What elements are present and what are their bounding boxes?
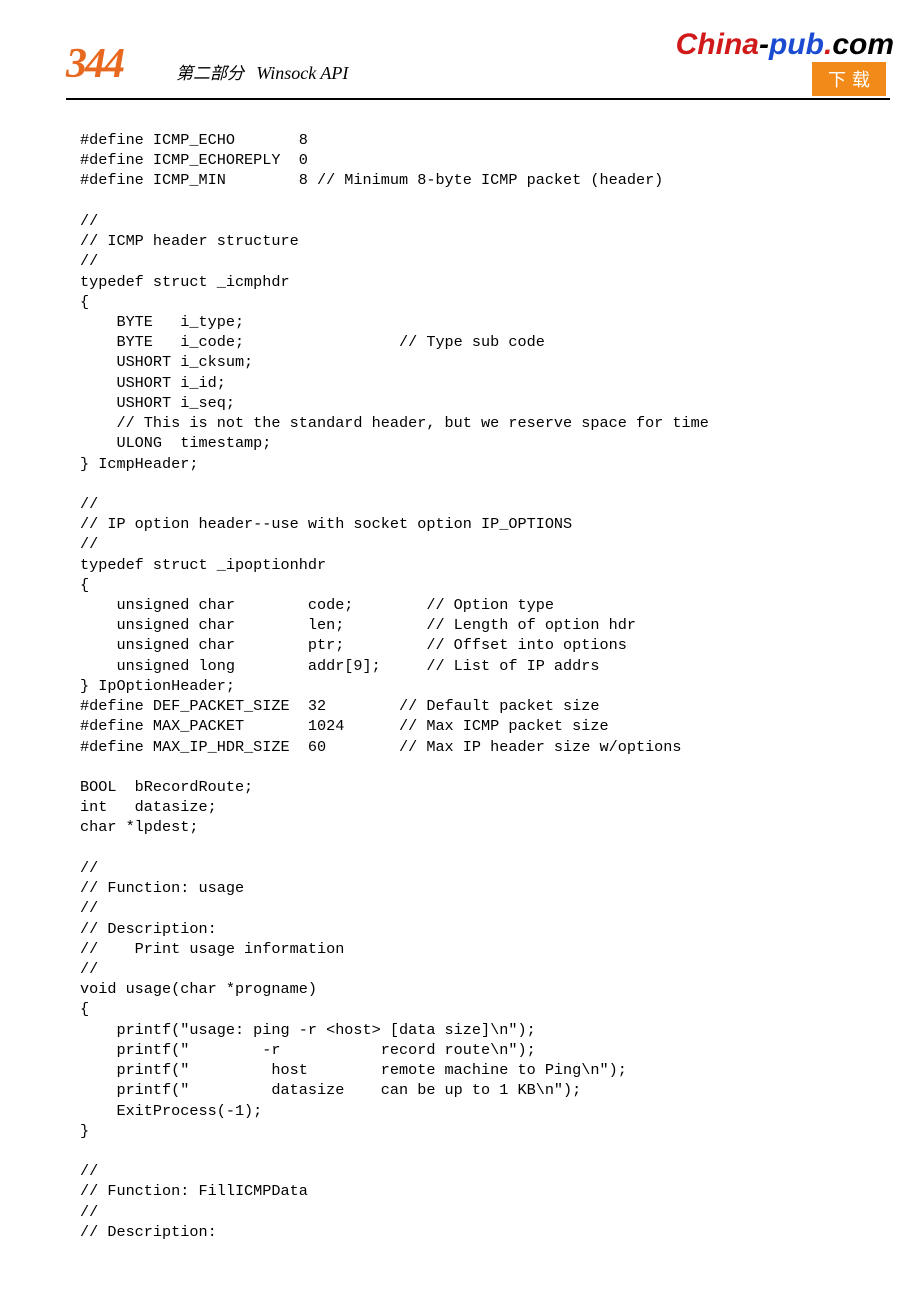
logo-pub: pub [769,28,824,61]
site-logo: China-pub.com [676,30,894,60]
page-header: 344 第二部分 Winsock API China-pub.com 下载 [66,0,890,100]
section-title: 第二部分 Winsock API [176,59,348,84]
section-part-label: 第二部分 [176,64,244,83]
logo-com: com [832,28,894,61]
logo-china: China [676,28,759,61]
section-api-label: Winsock API [256,63,348,83]
logo-block: China-pub.com 下载 [676,30,894,96]
download-badge[interactable]: 下载 [812,62,886,96]
code-listing: #define ICMP_ECHO 8 #define ICMP_ECHOREP… [80,130,920,1242]
logo-dash: - [759,28,769,61]
page-number: 344 [66,40,123,88]
